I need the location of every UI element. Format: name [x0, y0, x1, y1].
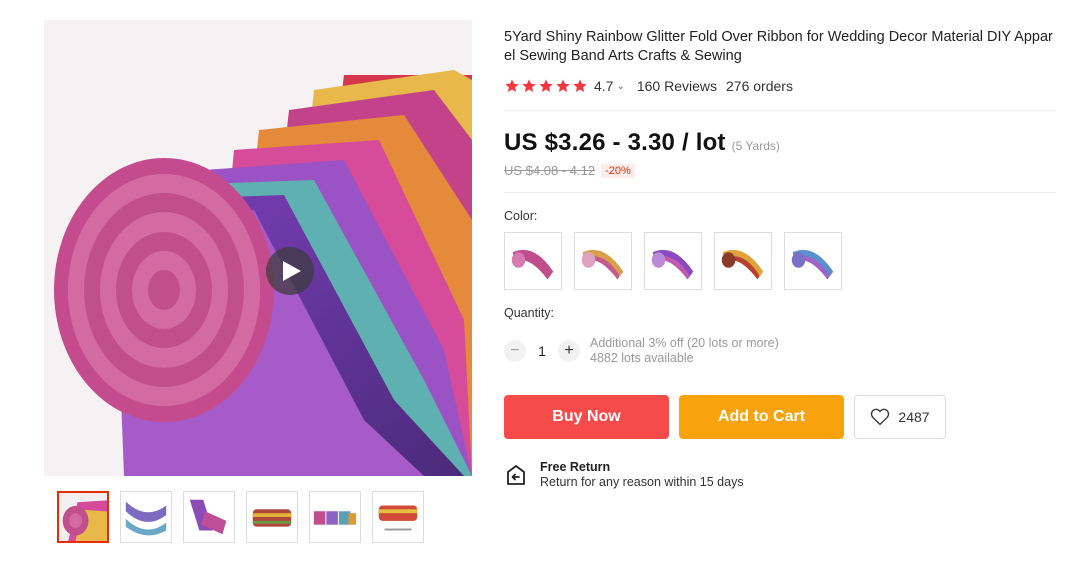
color-option-purple[interactable] [644, 232, 702, 290]
star-icon [522, 79, 536, 92]
heart-icon [871, 408, 890, 426]
play-icon [283, 261, 301, 281]
thumbnail-3[interactable] [183, 491, 235, 543]
action-buttons: Buy Now Add to Cart 2487 [504, 395, 946, 439]
original-price-row: US $4.08 - 4.12 -20% [504, 163, 635, 178]
bulk-discount-note: Additional 3% off (20 lots or more) [590, 336, 779, 350]
current-price: US $3.26 - 3.30 / lot [504, 129, 726, 156]
divider [504, 110, 1056, 111]
thumbnail-1[interactable] [57, 491, 109, 543]
thumbnail-4[interactable] [246, 491, 298, 543]
main-product-image[interactable] [44, 20, 472, 476]
divider [504, 192, 1056, 193]
return-text: Free Return Return for any reason within… [540, 460, 744, 490]
color-option-blue-purple[interactable] [784, 232, 842, 290]
thumbnail-strip [57, 491, 424, 543]
return-subtitle: Return for any reason within 15 days [540, 475, 744, 489]
play-video-button[interactable] [266, 247, 314, 295]
quantity-input[interactable]: 1 [526, 343, 558, 359]
thumbnail-6[interactable] [372, 491, 424, 543]
return-icon [507, 465, 525, 485]
original-price: US $4.08 - 4.12 [504, 163, 596, 178]
free-return-section: Free Return Return for any reason within… [504, 460, 744, 490]
rating-value[interactable]: 4.7 [594, 78, 613, 94]
quantity-row: − 1 + Additional 3% off (20 lots or more… [504, 336, 779, 366]
color-option-pink[interactable] [504, 232, 562, 290]
stock-available-note: 4882 lots available [590, 351, 694, 365]
quantity-decrement-button[interactable]: − [504, 340, 526, 362]
quantity-note: Additional 3% off (20 lots or more) 4882… [590, 336, 779, 366]
reviews-link[interactable]: 160 Reviews [637, 78, 717, 94]
product-title: 5Yard Shiny Rainbow Glitter Fold Over Ri… [504, 29, 1053, 64]
color-swatches [504, 232, 842, 290]
quantity-label: Quantity: [504, 306, 555, 320]
star-icon [556, 79, 570, 92]
color-option-gold-pink[interactable] [574, 232, 632, 290]
buy-now-button[interactable]: Buy Now [504, 395, 669, 439]
star-icon [573, 79, 587, 92]
chevron-down-icon[interactable]: ⌄ [616, 81, 624, 92]
star-rating [504, 78, 588, 94]
thumbnail-2[interactable] [120, 491, 172, 543]
return-title[interactable]: Free Return [540, 460, 744, 475]
price-row: US $3.26 - 3.30 / lot (5 Yards) [504, 129, 780, 157]
wishlist-count: 2487 [898, 409, 930, 425]
color-option-gold-red[interactable] [714, 232, 772, 290]
quantity-increment-button[interactable]: + [558, 340, 580, 362]
rating-row: 4.7 ⌄ 160 Reviews 276 orders [504, 76, 793, 96]
add-to-cart-button[interactable]: Add to Cart [679, 395, 844, 439]
discount-badge: -20% [601, 163, 635, 178]
unit-note: (5 Yards) [731, 139, 780, 153]
wishlist-button[interactable]: 2487 [854, 395, 946, 439]
star-icon [505, 79, 519, 92]
orders-count: 276 orders [726, 78, 793, 94]
thumbnail-5[interactable] [309, 491, 361, 543]
star-icon [539, 79, 553, 92]
color-label: Color: [504, 209, 538, 223]
